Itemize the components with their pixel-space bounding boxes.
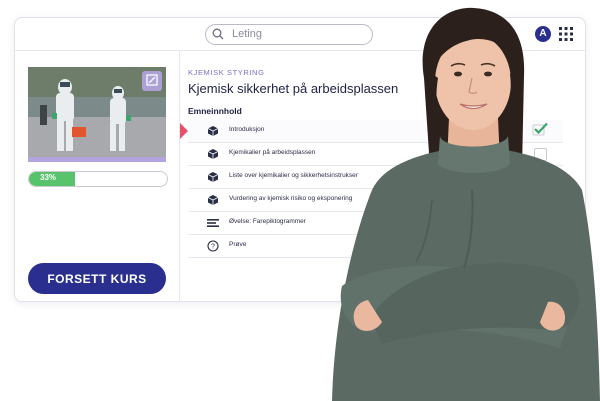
- svg-text:?: ?: [211, 244, 215, 251]
- cube-icon: [207, 126, 219, 136]
- question-icon: ?: [207, 240, 219, 252]
- lesson-label: Øvelse: Farepiktogrammer: [229, 218, 306, 225]
- search-icon: [212, 28, 224, 40]
- continue-course-button[interactable]: FORSETT KURS: [28, 263, 166, 294]
- search-placeholder: Leting: [232, 28, 262, 40]
- course-overview-pane: 33% FORSETT KURS: [15, 51, 180, 301]
- cube-icon: [207, 195, 219, 205]
- thumbnail-accent-bar: [28, 157, 166, 162]
- instructor-photo: [332, 7, 600, 401]
- course-thumbnail: [28, 67, 166, 157]
- cube-icon: [207, 172, 219, 182]
- lesson-label: Prøve: [229, 241, 247, 248]
- contents-heading: Emneinnhold: [188, 106, 242, 116]
- cube-icon: [207, 149, 219, 159]
- course-progress-bar: 33%: [28, 171, 168, 187]
- lesson-label: Kjemikalier på arbeidsplassen: [229, 149, 316, 156]
- active-lesson-marker: [180, 123, 188, 139]
- lesson-label: Introduksjon: [229, 126, 265, 133]
- progress-label: 33%: [40, 173, 57, 182]
- exercise-icon: [207, 219, 219, 227]
- course-category: KJEMISK STYRING: [188, 68, 265, 77]
